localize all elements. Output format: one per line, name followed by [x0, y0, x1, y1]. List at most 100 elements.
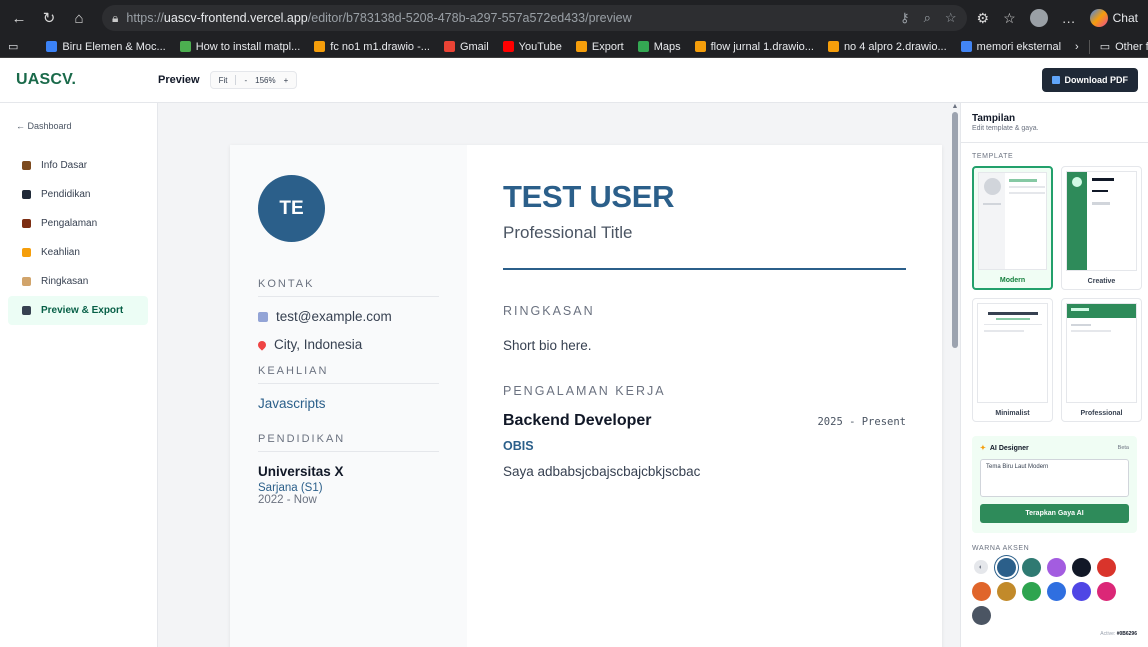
copilot-icon — [1089, 9, 1108, 27]
accent-swatch[interactable] — [1047, 558, 1066, 577]
education-school: Universitas X — [258, 464, 344, 479]
bookmark-icon — [502, 41, 514, 52]
preview-label: Preview — [158, 74, 200, 86]
sidebar-item-keahlian[interactable]: Keahlian — [0, 238, 149, 267]
sidebar-item-label: Ringkasan — [41, 276, 89, 287]
education-degree: Sarjana (S1) — [258, 482, 323, 494]
address-bar[interactable]: 🔒︎ https://uascv-frontend.vercel.app/edi… — [102, 5, 967, 31]
bookmark-item[interactable]: Biru Elemen & Moc... — [46, 41, 166, 53]
app-header: UASCV. Preview Fit - 156% + Download PDF — [0, 58, 1148, 103]
scroll-up-icon[interactable]: ▲ — [950, 103, 960, 110]
template-modern[interactable]: Modern — [972, 166, 1053, 290]
accent-swatch[interactable] — [1047, 582, 1066, 601]
other-favorites[interactable]: ▭Other favorites — [1100, 40, 1148, 54]
template-professional[interactable]: Professional — [1061, 298, 1142, 422]
cv-avatar: TE — [258, 175, 325, 242]
template-label: TEMPLATE — [972, 153, 1014, 160]
bookmark-icon — [443, 41, 455, 52]
bookmark-item[interactable]: Export — [575, 41, 624, 53]
accent-swatch[interactable] — [1022, 558, 1041, 577]
location-pin-icon — [256, 338, 268, 351]
bookmark-icon — [960, 41, 972, 52]
url-text[interactable]: https://uascv-frontend.vercel.app/editor… — [126, 11, 892, 25]
star-icon[interactable]: ☆ — [945, 10, 957, 26]
home-icon[interactable]: ⌂ — [66, 5, 92, 31]
ai-designer-box: ✦ AI Designer Beta Tema Biru Laut Modern … — [972, 436, 1137, 533]
profile-avatar[interactable] — [1029, 9, 1048, 27]
favorites-icon[interactable]: ☆ — [1003, 10, 1016, 27]
color-picker-icon[interactable]: ◐ — [974, 560, 988, 574]
cv-main: TEST USER Professional Title RINGKASAN S… — [467, 145, 942, 647]
brand-logo[interactable]: UASCV. — [0, 71, 158, 89]
ai-designer-title: AI Designer — [989, 444, 1029, 452]
job-title: Backend Developer — [503, 412, 652, 429]
back-to-dashboard[interactable]: ← Dashboard — [0, 117, 157, 151]
ringkasan-heading: RINGKASAN — [503, 304, 595, 318]
tab-icon[interactable]: ▭ — [8, 40, 18, 53]
bookmark-item[interactable]: Gmail — [443, 41, 489, 53]
accent-swatch[interactable] — [1072, 582, 1091, 601]
job-company: OBIS — [503, 439, 534, 453]
contact-location: City, Indonesia — [256, 337, 439, 352]
scrollbar[interactable]: ▲ — [950, 103, 960, 647]
accent-swatch[interactable] — [1072, 558, 1091, 577]
key-icon[interactable]: ⚷ — [900, 10, 910, 26]
template-thumbnail — [1066, 303, 1137, 403]
scrollbar-thumb[interactable] — [952, 112, 958, 348]
sidebar-item-icon — [22, 277, 31, 286]
sidebar-item-info-dasar[interactable]: Info Dasar — [0, 151, 149, 180]
bookmark-item[interactable]: flow jurnal 1.drawio... — [694, 41, 814, 53]
accent-swatch[interactable] — [997, 582, 1016, 601]
apply-ai-style-button[interactable]: Terapkan Gaya AI — [980, 504, 1129, 523]
accent-swatch[interactable] — [1022, 582, 1041, 601]
divider — [503, 268, 906, 270]
sidebar-item-pendidikan[interactable]: Pendidikan — [0, 180, 149, 209]
more-icon[interactable]: … — [1062, 10, 1076, 26]
ai-prompt-input[interactable]: Tema Biru Laut Modern — [980, 459, 1129, 497]
accent-swatch[interactable] — [1097, 582, 1116, 601]
template-minimalist[interactable]: Minimalist — [972, 298, 1053, 422]
accent-swatch[interactable] — [972, 606, 991, 625]
email-icon — [258, 311, 268, 322]
sidebar-item-icon — [22, 219, 31, 228]
bookmark-item[interactable]: no 4 alpro 2.drawio... — [827, 41, 947, 53]
accent-swatch[interactable] — [972, 582, 991, 601]
sidebar-item-icon — [22, 306, 31, 315]
zoom-in-button[interactable]: + — [284, 76, 289, 85]
sidebar-item-ringkasan[interactable]: Ringkasan — [0, 267, 149, 296]
sidebar-item-pengalaman[interactable]: Pengalaman — [0, 209, 149, 238]
cv-title: Professional Title — [503, 223, 633, 242]
bookmark-item[interactable]: Maps — [637, 41, 681, 53]
chat-button[interactable]: Chat — [1089, 9, 1138, 27]
template-creative[interactable]: Creative — [1061, 166, 1142, 290]
beta-badge: Beta — [1117, 445, 1129, 451]
pengalaman-heading: PENGALAMAN KERJA — [503, 384, 666, 398]
bookmarks-bar: ▭ Biru Elemen & Moc... How to install mat… — [0, 36, 1148, 58]
accent-swatch[interactable] — [997, 558, 1016, 577]
download-pdf-button[interactable]: Download PDF — [1041, 68, 1138, 92]
bookmark-item[interactable]: memori eksternal — [960, 41, 1061, 53]
job-date: 2025 - Present — [817, 416, 906, 428]
sidebar-item-icon — [22, 190, 31, 199]
job-description: Saya adbabsjcbajscbajcbkjscbac — [503, 464, 701, 479]
zoom-icon[interactable]: ⌕ — [924, 10, 931, 26]
sidebar-item-preview-export[interactable]: Preview & Export — [8, 296, 148, 325]
zoom-fit-button[interactable]: Fit — [219, 76, 228, 85]
bookmark-icon — [314, 41, 326, 52]
bookmark-item[interactable]: fc no1 m1.drawio -... — [314, 41, 430, 53]
refresh-icon[interactable]: ↻ — [36, 5, 62, 31]
cv-name: TEST USER — [503, 179, 675, 214]
bookmark-item[interactable]: YouTube — [502, 41, 562, 53]
bookmark-item[interactable]: How to install matpl... — [179, 41, 300, 53]
bookmark-icon — [46, 41, 58, 52]
cv-page: TE KONTAK test@example.com City, Indones… — [230, 145, 942, 647]
back-icon[interactable]: ← — [6, 5, 32, 31]
style-panel: Tampilan Edit template & gaya. TEMPLATE … — [960, 103, 1148, 647]
accent-swatches: ◐ — [972, 558, 1137, 625]
bookmark-icon — [575, 41, 587, 52]
extensions-icon[interactable]: ⚙ — [977, 10, 990, 27]
zoom-out-button[interactable]: - — [244, 76, 247, 85]
sidebar-item-label: Preview & Export — [41, 305, 124, 316]
chevron-right-icon[interactable]: › — [1075, 41, 1079, 53]
accent-swatch[interactable] — [1097, 558, 1116, 577]
